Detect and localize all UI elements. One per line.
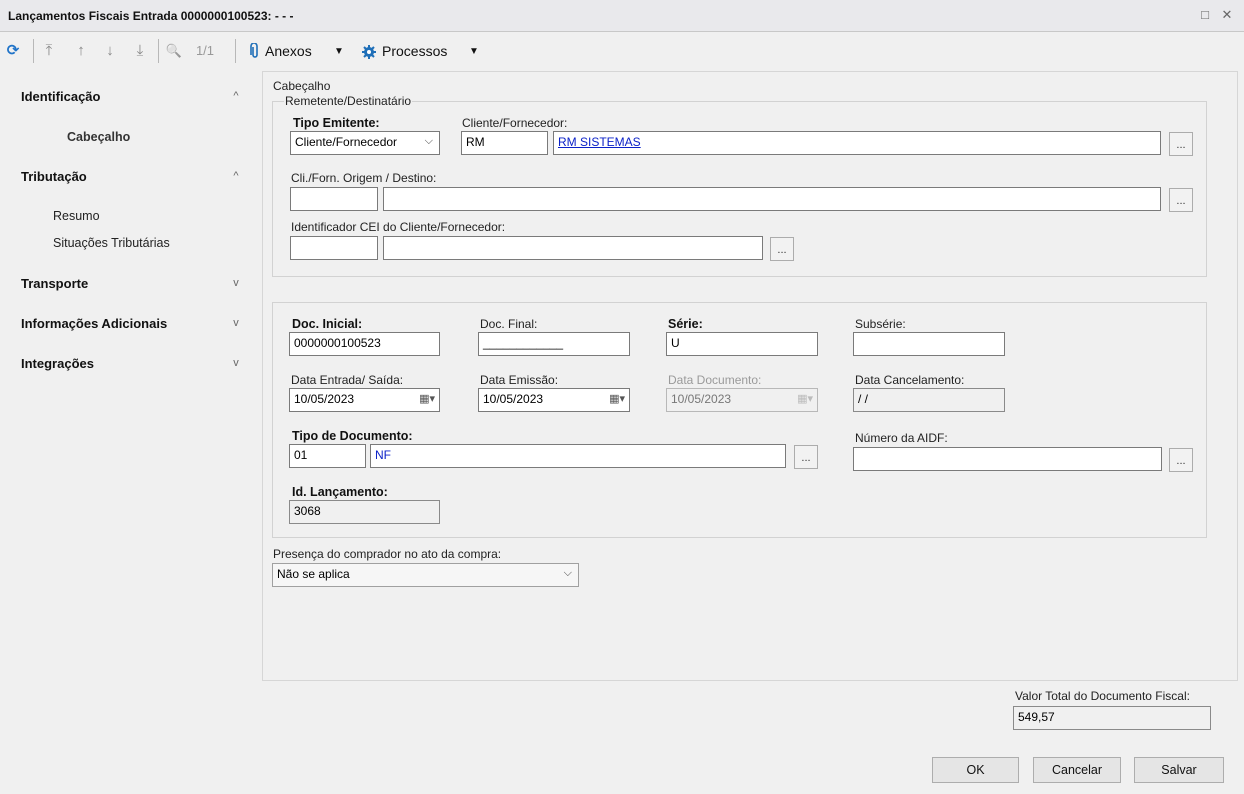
first-record-icon[interactable]: ⤒: [40, 42, 58, 60]
ok-button[interactable]: OK: [932, 757, 1019, 783]
data-entrada-label: Data Entrada/ Saída:: [291, 373, 404, 387]
id-lancamento-label: Id. Lançamento:: [292, 485, 388, 499]
data-cancelamento-input: / /: [853, 388, 1005, 412]
origem-lookup-button[interactable]: ...: [1169, 188, 1193, 212]
title-bar: Lançamentos Fiscais Entrada 000000010052…: [0, 0, 1244, 32]
nav-situacoes-tributarias[interactable]: Situações Tributárias: [53, 236, 170, 250]
data-documento-value: 10/05/2023: [671, 392, 732, 406]
cliente-label: Cliente/Fornecedor:: [462, 116, 568, 130]
toolbar: ⟳ ⤒ ↑ ↓ ⤓ 🔍 1/1 Anexos ▼ Processos ▼: [0, 33, 1244, 69]
chevron-up-icon[interactable]: ^: [228, 170, 244, 182]
nav-integracoes[interactable]: Integrações: [21, 356, 94, 371]
cliente-lookup-button[interactable]: ...: [1169, 132, 1193, 156]
presenca-select[interactable]: Não se aplica ⌵: [272, 563, 579, 587]
paperclip-icon[interactable]: [250, 42, 260, 59]
nav-resumo[interactable]: Resumo: [53, 209, 100, 223]
search-icon[interactable]: 🔍: [164, 42, 184, 60]
data-cancelamento-label: Data Cancelamento:: [855, 373, 965, 387]
nav-cabecalho[interactable]: Cabeçalho: [67, 130, 130, 144]
calendar-icon: ▦▾: [797, 393, 813, 405]
toolbar-separator: [158, 39, 159, 63]
data-emissao-value: 10/05/2023: [483, 392, 544, 406]
subserie-input[interactable]: [853, 332, 1005, 356]
cei-label: Identificador CEI do Cliente/Fornecedor:: [291, 220, 506, 234]
processes-dropdown-caret[interactable]: ▼: [469, 46, 479, 57]
cancel-button[interactable]: Cancelar: [1033, 757, 1121, 783]
tipo-documento-name-value: NF: [375, 448, 391, 462]
maximize-icon[interactable]: □: [1197, 7, 1213, 23]
cliente-name-input[interactable]: RM SISTEMAS: [553, 131, 1161, 155]
page-counter: 1/1: [195, 43, 215, 58]
last-record-icon[interactable]: ⤓: [131, 42, 149, 60]
refresh-icon[interactable]: ⟳: [3, 42, 23, 60]
header-section-title: Cabeçalho: [273, 79, 331, 93]
tipo-emitente-select[interactable]: Cliente/Fornecedor ⌵: [290, 131, 440, 155]
nav-transporte[interactable]: Transporte: [21, 276, 88, 291]
numero-aidf-lookup-button[interactable]: ...: [1169, 448, 1193, 472]
presenca-label: Presença do comprador no ato da compra:: [273, 547, 502, 561]
previous-record-icon[interactable]: ↑: [72, 42, 90, 60]
nav-tributacao[interactable]: Tributação: [21, 169, 87, 184]
data-entrada-value: 10/05/2023: [294, 392, 355, 406]
doc-final-input[interactable]: ____________: [478, 332, 630, 356]
data-documento-input: 10/05/2023 ▦▾: [666, 388, 818, 412]
tipo-documento-lookup-button[interactable]: ...: [794, 445, 818, 469]
close-icon[interactable]: ✕: [1219, 7, 1235, 23]
cei-lookup-button[interactable]: ...: [770, 237, 794, 261]
doc-final-label: Doc. Final:: [480, 317, 538, 331]
chevron-down-icon: ⌵: [563, 567, 572, 579]
nav-identificacao[interactable]: Identificação: [21, 89, 100, 104]
serie-input[interactable]: U: [666, 332, 818, 356]
chevron-down-icon[interactable]: v: [228, 317, 244, 329]
attachments-dropdown-caret[interactable]: ▼: [334, 46, 344, 57]
presenca-value: Não se aplica: [277, 567, 350, 581]
window-title: Lançamentos Fiscais Entrada 000000010052…: [8, 9, 294, 23]
save-button[interactable]: Salvar: [1134, 757, 1224, 783]
calendar-icon[interactable]: ▦▾: [609, 392, 625, 405]
id-lancamento-input: 3068: [289, 500, 440, 524]
numero-aidf-input[interactable]: [853, 447, 1162, 471]
cei-code-input[interactable]: [290, 236, 378, 260]
chevron-up-icon[interactable]: ^: [228, 90, 244, 102]
nav-informacoes-adicionais[interactable]: Informações Adicionais: [21, 316, 167, 331]
tipo-documento-code-input[interactable]: 01: [289, 444, 366, 468]
data-documento-label: Data Documento:: [668, 373, 762, 387]
cliente-code-input[interactable]: RM: [461, 131, 548, 155]
tipo-emitente-value: Cliente/Fornecedor: [295, 135, 398, 149]
next-record-icon[interactable]: ↓: [101, 42, 119, 60]
cei-name-input[interactable]: [383, 236, 763, 260]
chevron-down-icon[interactable]: v: [228, 357, 244, 369]
doc-inicial-label: Doc. Inicial:: [292, 317, 363, 331]
sender-group-title: Remetente/Destinatário: [284, 94, 413, 108]
doc-inicial-input[interactable]: 0000000100523: [289, 332, 440, 356]
toolbar-separator: [33, 39, 34, 63]
chevron-down-icon[interactable]: v: [228, 277, 244, 289]
origem-label: Cli./Forn. Origem / Destino:: [291, 171, 437, 185]
tipo-documento-label: Tipo de Documento:: [292, 429, 413, 443]
origem-code-input[interactable]: [290, 187, 378, 211]
serie-label: Série:: [668, 317, 703, 331]
valor-total-label: Valor Total do Documento Fiscal:: [1015, 689, 1190, 703]
tipo-emitente-label: Tipo Emitente:: [293, 116, 380, 130]
subserie-label: Subsérie:: [855, 317, 906, 331]
valor-total-input: 549,57: [1013, 706, 1211, 730]
processes-menu[interactable]: Processos: [382, 43, 447, 59]
data-emissao-input[interactable]: 10/05/2023 ▦▾: [478, 388, 630, 412]
gear-icon[interactable]: [362, 45, 376, 59]
tipo-documento-name-input[interactable]: NF: [370, 444, 786, 468]
origem-name-input[interactable]: [383, 187, 1161, 211]
numero-aidf-label: Número da AIDF:: [855, 431, 948, 445]
calendar-icon[interactable]: ▦▾: [419, 392, 435, 405]
toolbar-separator: [235, 39, 236, 63]
attachments-menu[interactable]: Anexos: [265, 43, 312, 59]
cliente-name-link[interactable]: RM SISTEMAS: [558, 135, 641, 149]
data-entrada-input[interactable]: 10/05/2023 ▦▾: [289, 388, 440, 412]
chevron-down-icon: ⌵: [424, 135, 433, 147]
data-emissao-label: Data Emissão:: [480, 373, 559, 387]
